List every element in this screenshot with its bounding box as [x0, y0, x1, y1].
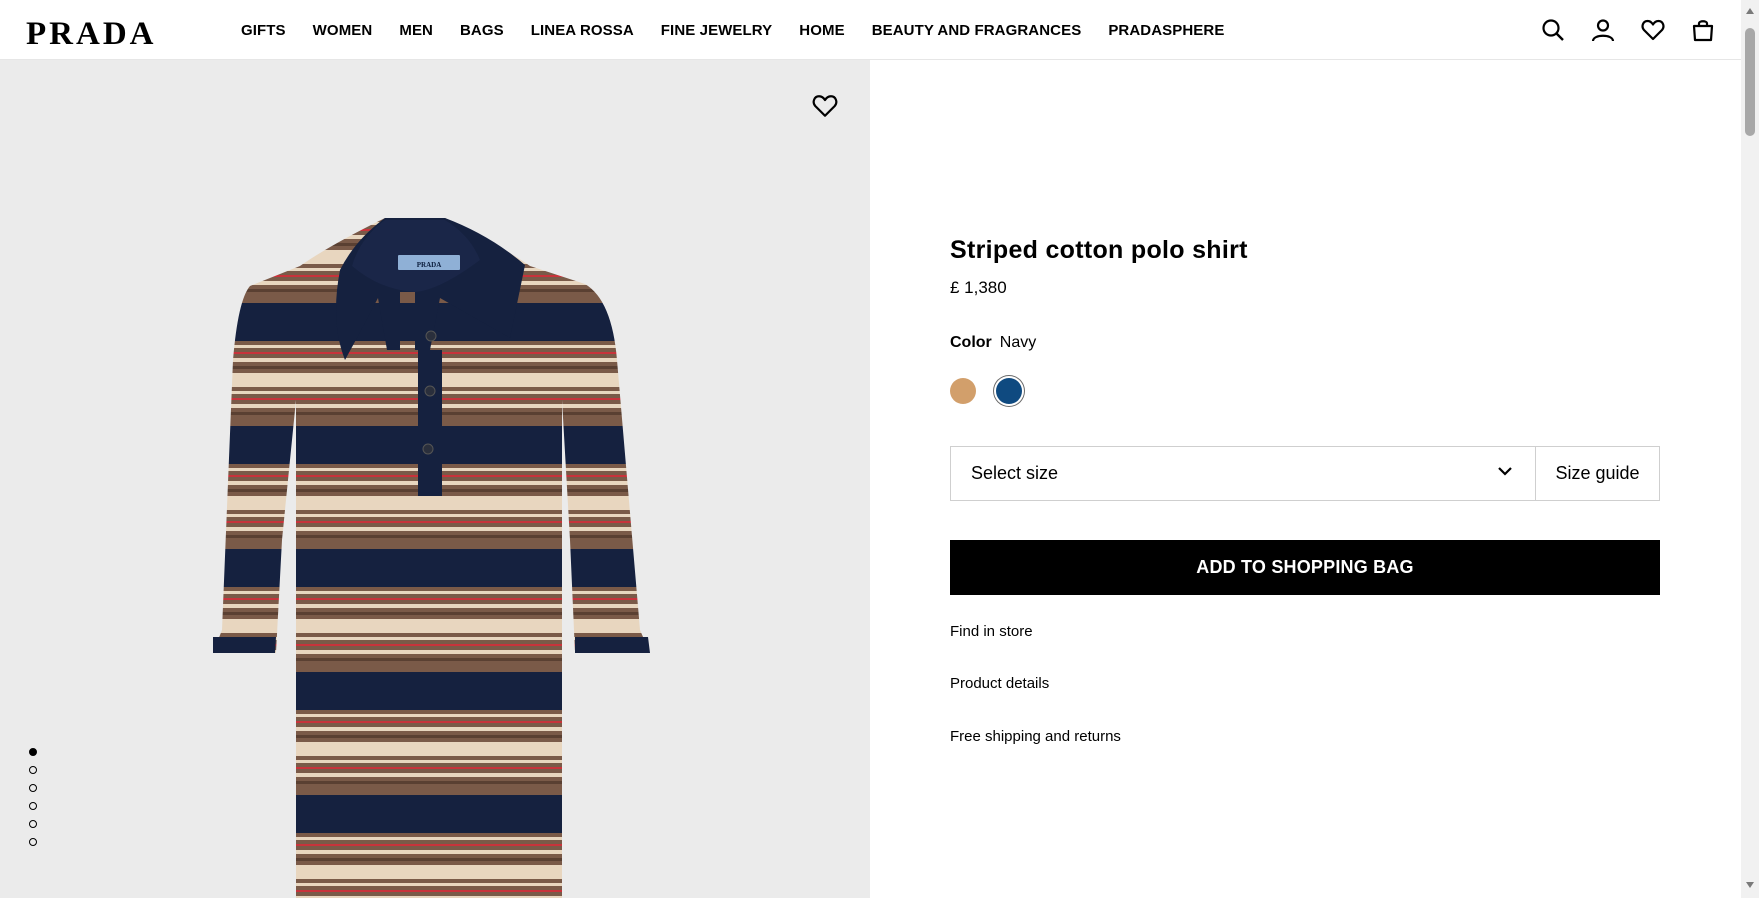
product-details-link[interactable]: Product details	[950, 675, 1049, 692]
product-title: Striped cotton polo shirt	[950, 236, 1248, 264]
nav-item-linea-rossa[interactable]: LINEA ROSSA	[531, 22, 634, 39]
search-icon[interactable]	[1540, 17, 1566, 43]
color-label: Color	[950, 334, 992, 351]
scroll-up-arrow[interactable]	[1746, 8, 1754, 14]
find-in-store-link[interactable]: Find in store	[950, 623, 1033, 640]
chevron-down-icon	[1497, 463, 1513, 484]
size-selector: Select size Size guide	[950, 446, 1660, 501]
main-nav: GIFTS WOMEN MEN BAGS LINEA ROSSA FINE JE…	[241, 0, 1251, 60]
swatch-navy[interactable]	[996, 378, 1022, 404]
header-actions	[1540, 0, 1716, 60]
nav-item-bags[interactable]: BAGS	[460, 22, 504, 39]
page-scrollbar[interactable]	[1741, 0, 1759, 898]
site-header: PRADA GIFTS WOMEN MEN BAGS LINEA ROSSA F…	[0, 0, 1741, 60]
gallery-dot[interactable]	[29, 802, 37, 810]
scroll-down-arrow[interactable]	[1746, 882, 1754, 888]
gallery-dot[interactable]	[29, 838, 37, 846]
shipping-returns-link[interactable]: Free shipping and returns	[950, 728, 1121, 745]
size-guide-link[interactable]: Size guide	[1536, 447, 1659, 500]
swatch-camel[interactable]	[950, 378, 976, 404]
brand-logo[interactable]: PRADA	[26, 16, 156, 53]
nav-item-men[interactable]: MEN	[399, 22, 433, 39]
product-info: Striped cotton polo shirt £ 1,380 Color N…	[870, 60, 1741, 898]
gallery-dot[interactable]	[29, 748, 37, 756]
color-swatches	[950, 378, 1022, 404]
nav-item-home[interactable]: HOME	[799, 22, 844, 39]
wishlist-icon[interactable]	[1640, 17, 1666, 43]
nav-item-gifts[interactable]: GIFTS	[241, 22, 286, 39]
color-value: Navy	[999, 334, 1037, 351]
color-label-row: Color Navy	[950, 334, 1036, 352]
add-to-bag-button[interactable]: ADD TO SHOPPING BAG	[950, 540, 1660, 595]
size-dropdown-label: Select size	[971, 463, 1059, 483]
svg-text:PRADA: PRADA	[417, 261, 442, 269]
size-dropdown[interactable]: Select size	[951, 447, 1536, 500]
shopping-bag-icon[interactable]	[1690, 17, 1716, 43]
gallery-dot[interactable]	[29, 820, 37, 828]
product-price: £ 1,380	[950, 278, 1007, 297]
nav-item-pradasphere[interactable]: PRADASPHERE	[1108, 22, 1224, 39]
gallery-dot[interactable]	[29, 766, 37, 774]
product-image: PRADA	[213, 218, 650, 898]
scroll-thumb[interactable]	[1745, 28, 1755, 136]
product-gallery[interactable]: PRADA	[0, 60, 870, 898]
gallery-dot[interactable]	[29, 784, 37, 792]
gallery-pagination	[29, 748, 37, 846]
nav-item-beauty-fragrances[interactable]: BEAUTY AND FRAGRANCES	[872, 22, 1082, 39]
heart-icon[interactable]	[812, 93, 838, 119]
nav-item-fine-jewelry[interactable]: FINE JEWELRY	[661, 22, 773, 39]
account-icon[interactable]	[1590, 17, 1616, 43]
nav-item-women[interactable]: WOMEN	[313, 22, 373, 39]
